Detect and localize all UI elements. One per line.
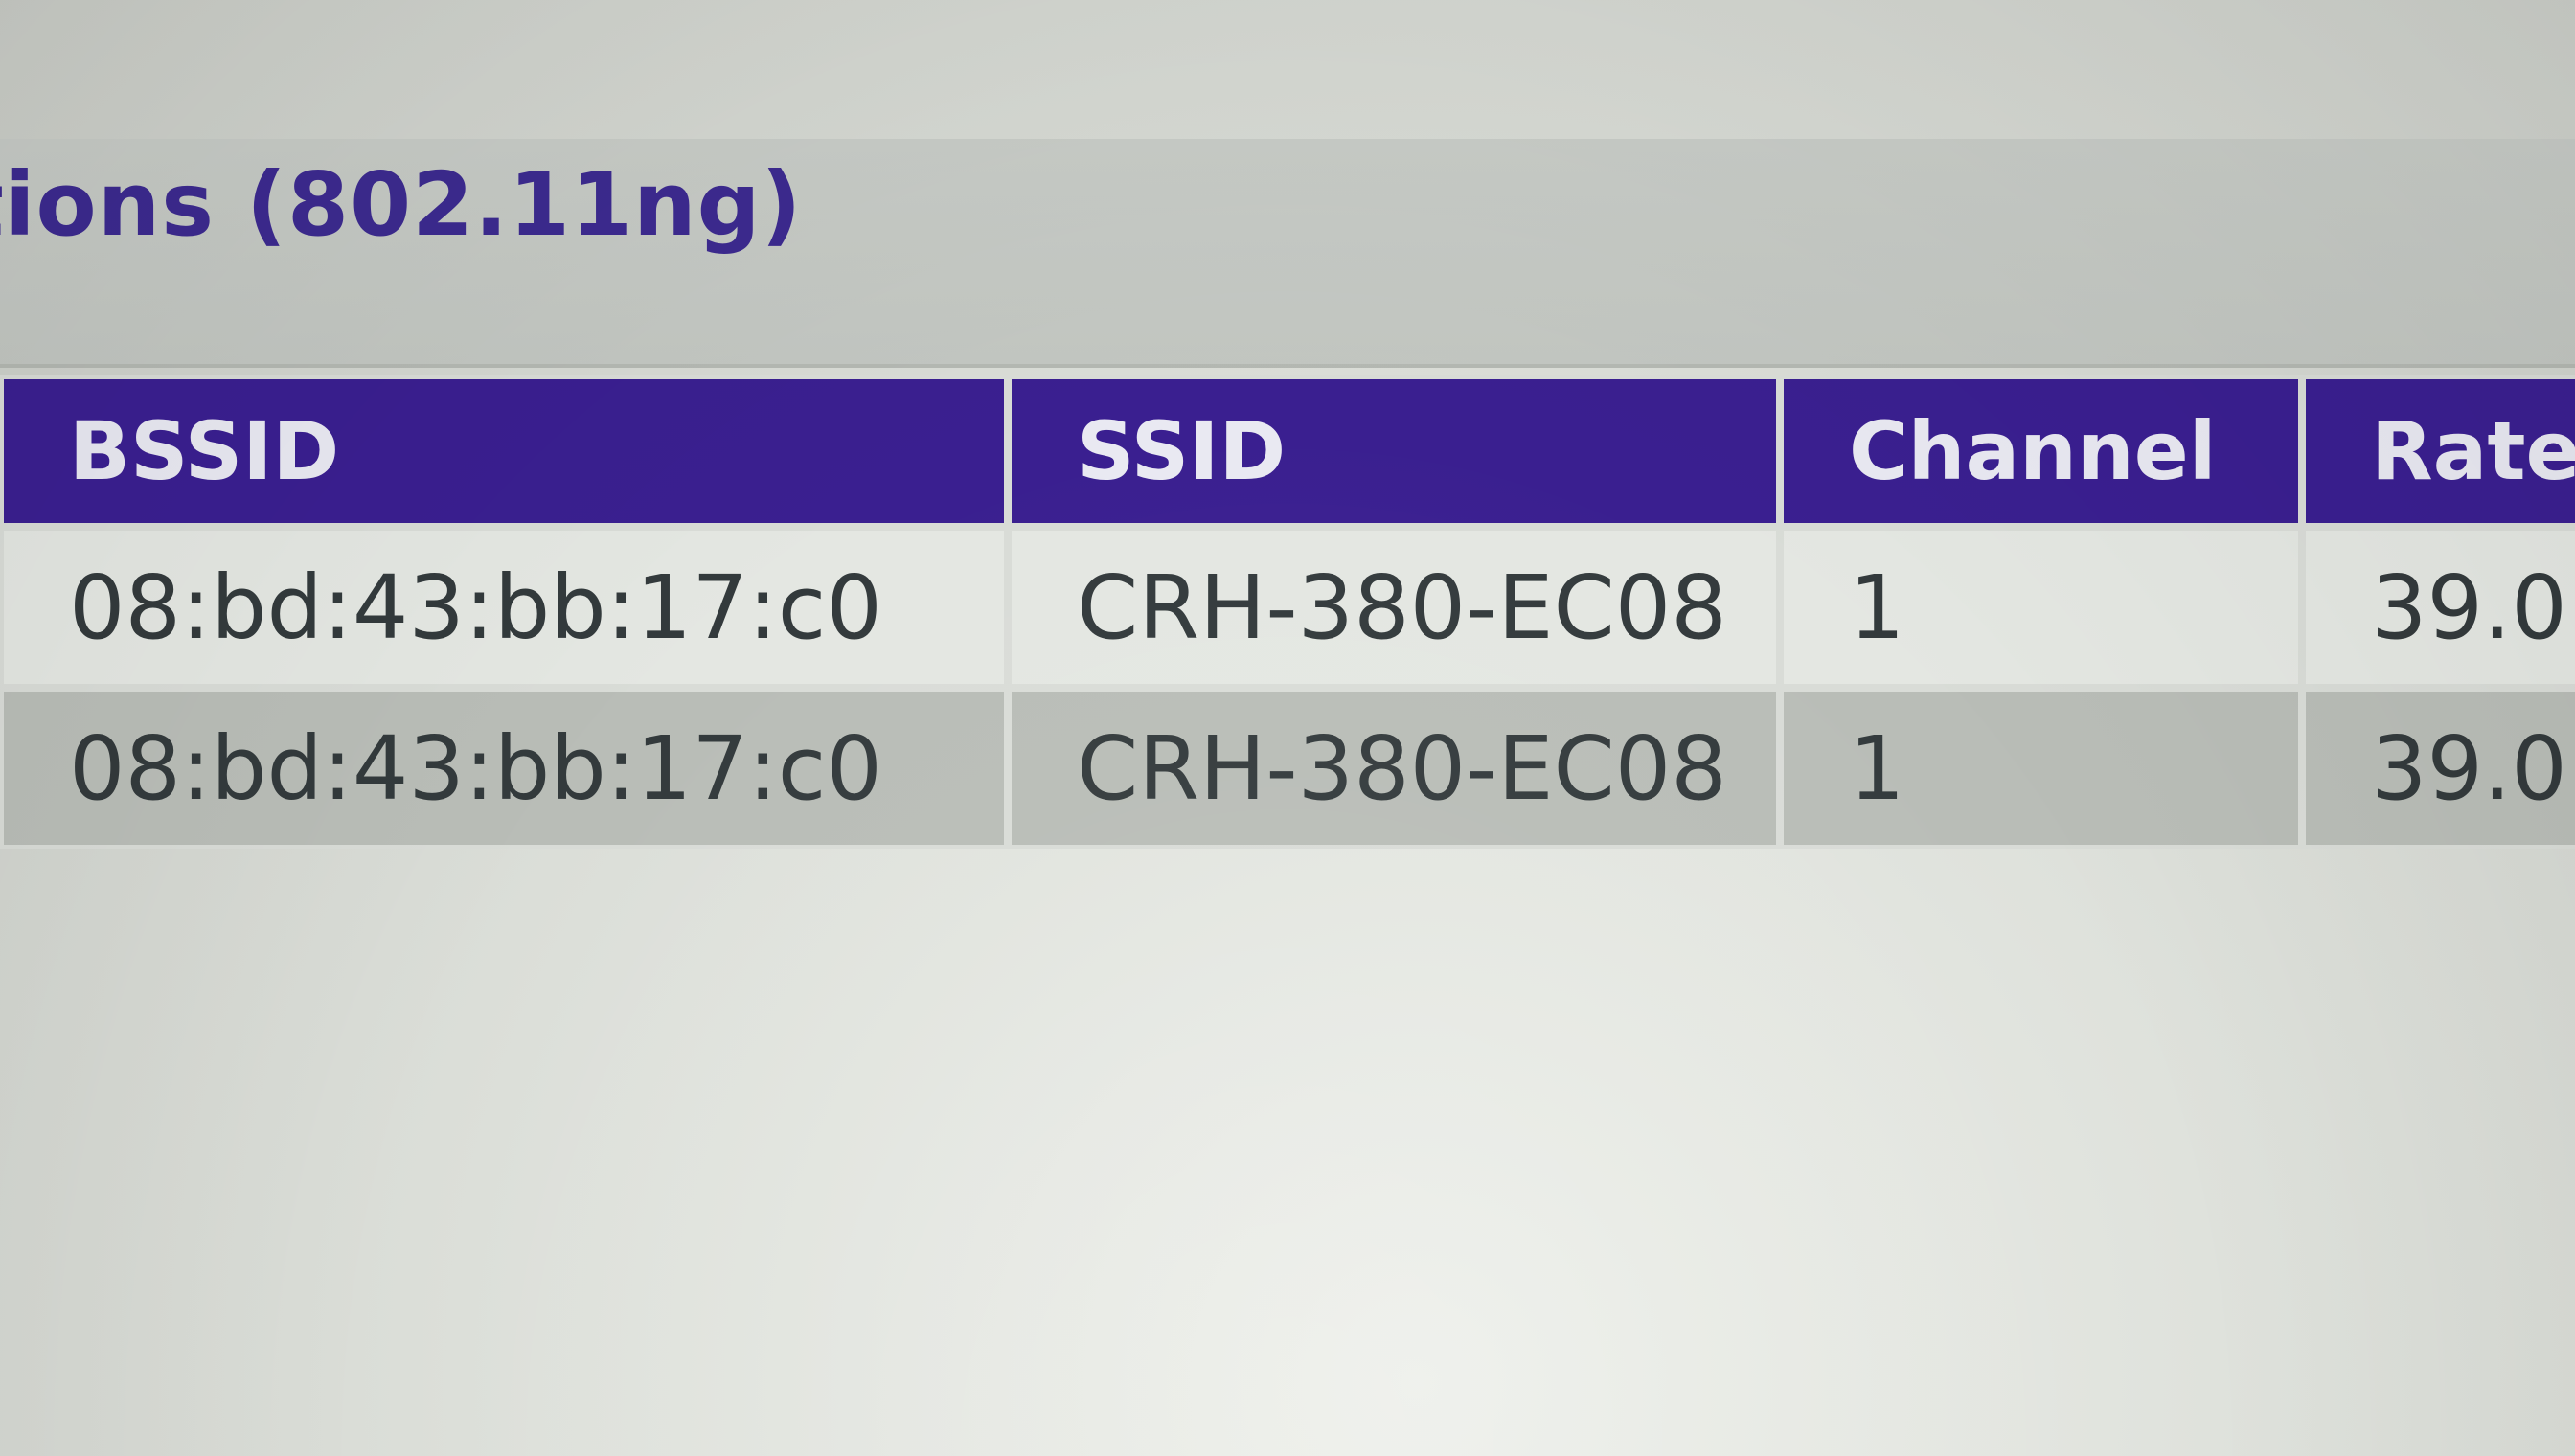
cell-bssid: 08:bd:43:bb:17:c0 — [0, 688, 1008, 849]
table-row[interactable]: 08:bd:43:bb:17:c0 CRH-380-EC08 1 39.0 — [0, 688, 2575, 849]
cell-rate: 39.0 — [2302, 527, 2575, 688]
table-header-row: BSSID SSID Channel Rate — [0, 375, 2575, 527]
column-header-bssid[interactable]: BSSID — [0, 375, 1008, 527]
section-title: tions (802.11ng) — [0, 153, 803, 256]
scan-results-table: BSSID SSID Channel Rate 08:bd:43:bb:17:c… — [0, 375, 2575, 849]
table-row[interactable]: 08:bd:43:bb:17:c0 CRH-380-EC08 1 39.0 — [0, 527, 2575, 688]
column-header-ssid[interactable]: SSID — [1008, 375, 1780, 527]
cell-ssid: CRH-380-EC08 — [1008, 527, 1780, 688]
page: tions (802.11ng) BSSID SSID Channel Rate… — [0, 0, 2575, 1456]
cell-bssid: 08:bd:43:bb:17:c0 — [0, 527, 1008, 688]
cell-channel: 1 — [1780, 527, 2302, 688]
cell-ssid: CRH-380-EC08 — [1008, 688, 1780, 849]
column-header-channel[interactable]: Channel — [1780, 375, 2302, 527]
cell-rate: 39.0 — [2302, 688, 2575, 849]
cell-channel: 1 — [1780, 688, 2302, 849]
column-header-rate[interactable]: Rate — [2302, 375, 2575, 527]
